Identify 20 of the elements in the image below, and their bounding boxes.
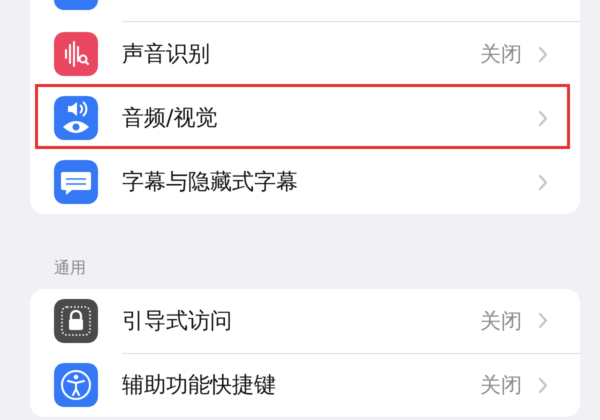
row-label: 辅助功能快捷键 (122, 372, 277, 400)
row-value: 关闭 (480, 41, 522, 68)
settings-row[interactable]: 引导式访问 关闭 (30, 289, 580, 353)
settings-row[interactable]: 音频/视觉 (30, 86, 580, 150)
settings-icon[interactable] (54, 0, 98, 10)
chevron-icon (538, 312, 548, 329)
row-label: 音频/视觉 (122, 105, 218, 133)
chevron-icon (538, 110, 548, 126)
row-label: 字幕与隐藏式字幕 (122, 169, 299, 197)
chevron-icon (538, 46, 548, 62)
section-header: 通用 (53, 257, 87, 279)
settings-row[interactable]: 辅助功能快捷键 关闭 (30, 353, 580, 417)
row-label: 声音识别 (122, 41, 211, 69)
row-value: 关闭 (480, 308, 522, 334)
settings-row[interactable]: 字幕与隐藏式字幕 (30, 150, 580, 214)
row-label: 引导式访问 (122, 308, 233, 336)
settings-row[interactable]: 声音识别 关闭 (30, 22, 580, 86)
chevron-icon (538, 174, 548, 190)
chevron-icon (538, 376, 548, 394)
row-value: 关闭 (480, 372, 522, 399)
